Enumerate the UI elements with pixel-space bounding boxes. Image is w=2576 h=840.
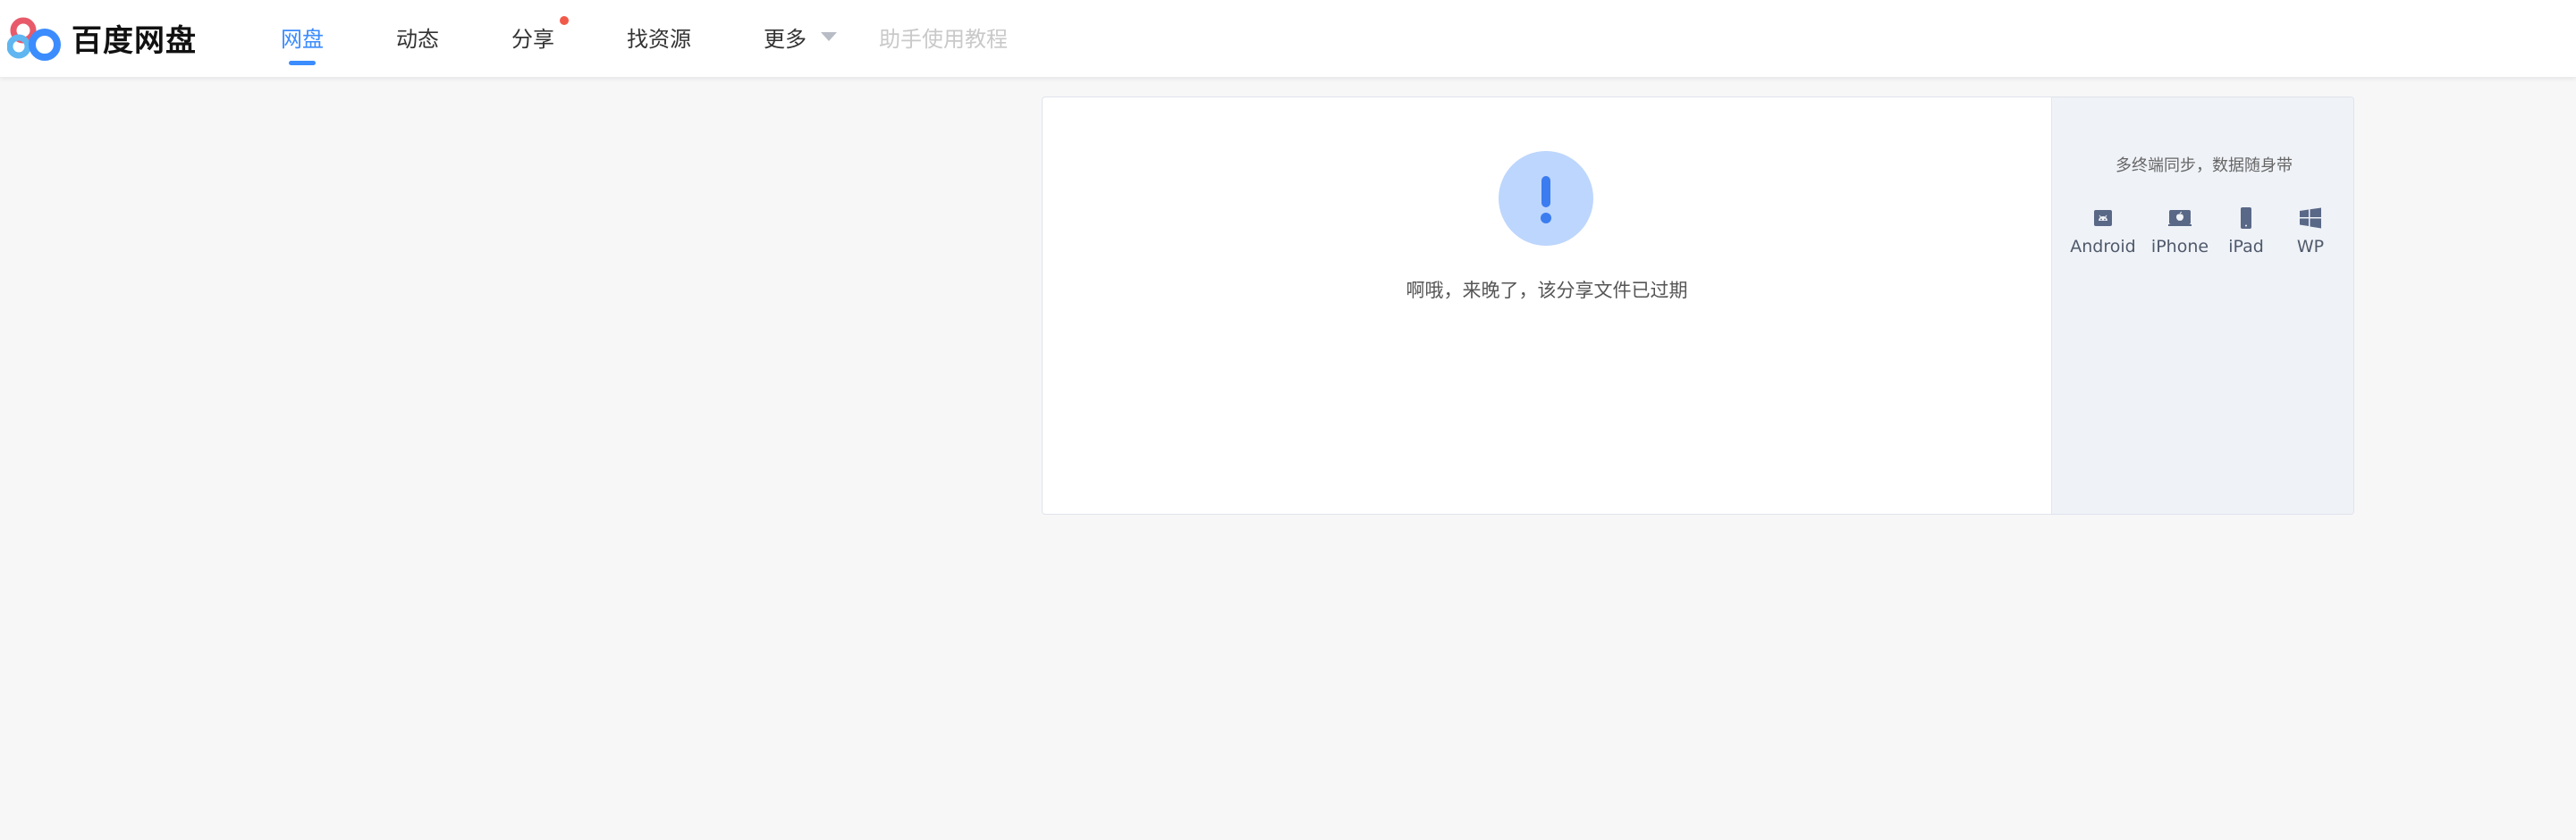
windows-icon (2300, 207, 2321, 229)
platform-list: Android iPhone iPad WP (2052, 206, 2353, 278)
nav-active-underline (289, 61, 316, 65)
logo[interactable]: 百度网盘 (7, 14, 197, 61)
nav-item-netdisk[interactable]: 网盘 (281, 21, 324, 53)
baidu-netdisk-logo-icon (7, 17, 61, 61)
nav-item-find-resources[interactable]: 找资源 (627, 21, 691, 53)
chevron-down-icon[interactable] (821, 32, 837, 41)
apple-icon (2168, 210, 2192, 226)
platform-wp[interactable]: WP (2270, 206, 2351, 256)
nav-item-feed[interactable]: 动态 (396, 21, 439, 53)
share-notification-dot (560, 16, 569, 25)
download-apps-panel: 多终端同步，数据随身带 Android iPhone iPad WP (2051, 97, 2353, 514)
platform-android[interactable]: Android (2063, 206, 2143, 256)
top-navbar: 百度网盘 网盘 动态 分享 找资源 更多 助手使用教程 (0, 0, 2576, 78)
share-expired-card: 啊哦，来晚了，该分享文件已过期 多终端同步，数据随身带 Android iPho… (1042, 97, 2354, 515)
expired-message: 啊哦，来晚了，该分享文件已过期 (1406, 280, 1688, 301)
android-icon (2094, 210, 2112, 226)
exclamation-icon (1499, 151, 1593, 246)
logo-text: 百度网盘 (72, 22, 197, 59)
sync-title: 多终端同步，数据随身带 (2116, 156, 2293, 175)
nav-item-assistant-tutorial[interactable]: 助手使用教程 (879, 21, 1008, 53)
platform-wp-label: WP (2296, 237, 2325, 256)
nav-item-share[interactable]: 分享 (511, 21, 554, 53)
tablet-icon (2241, 207, 2251, 229)
message-panel: 啊哦，来晚了，该分享文件已过期 (1043, 97, 2051, 514)
nav-item-more[interactable]: 更多 (764, 21, 807, 53)
platform-android-label: Android (2070, 237, 2136, 256)
